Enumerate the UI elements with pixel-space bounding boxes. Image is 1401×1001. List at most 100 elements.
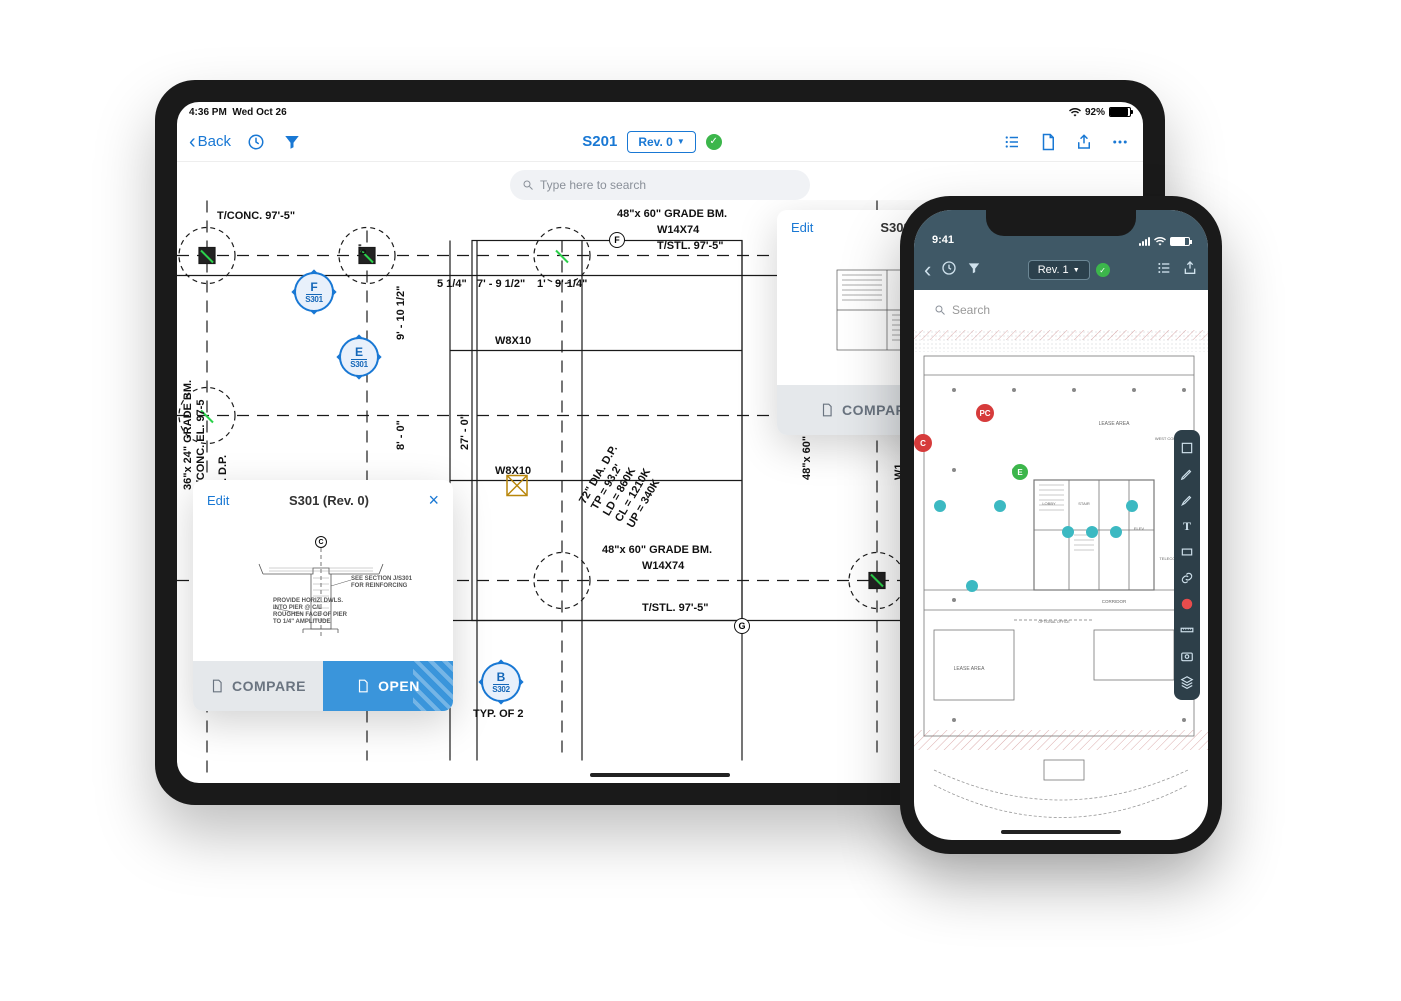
iphone-device: 9:41 ‹ Rev. 1 ▼ [900,196,1222,854]
label-48x60-2: 48"x 60" GRADE BM. [602,544,712,556]
marker-dot-3[interactable] [966,580,978,592]
label-8-0: 8' - 0" [395,420,407,450]
popup-edit-button[interactable]: Edit [791,220,813,235]
pencil-icon [1180,467,1194,481]
blueprint-canvas[interactable]: LEASE AREA WEST CORRIDOR LEASE AREA LOBB… [914,330,1208,840]
share-button[interactable] [1182,260,1198,281]
camera-tool[interactable] [1179,648,1195,664]
back-button[interactable]: ‹ Back [189,132,231,152]
label-typ: TYP. OF 2 [473,708,524,720]
history-button[interactable] [941,260,957,281]
marker-dot-1[interactable] [934,500,946,512]
caret-down-icon: ▼ [1073,267,1080,274]
label-w8x10-b: W8X10 [495,465,531,477]
fp-label-stair: STAIR [1078,501,1090,506]
open-button[interactable]: OPEN [323,661,453,711]
layers-tool[interactable] [1179,674,1195,690]
thumb-note-2: FOR REINFORCING [351,583,407,589]
caret-down-icon: ▼ [677,137,685,146]
text-tool[interactable]: T [1179,518,1195,534]
search-bar[interactable]: Type here to search [510,170,810,200]
history-button[interactable] [245,131,267,153]
label-48x60-1: 48"x 60" GRADE BM. [617,208,727,220]
search-placeholder: Type here to search [540,178,646,192]
label-stl-2: T/STL. 97'-5" [642,602,709,614]
floorplan-drawing: LEASE AREA WEST CORRIDOR LEASE AREA LOBB… [914,330,1208,840]
issue-tool[interactable] [1179,596,1195,612]
list-button[interactable] [1156,260,1172,281]
marker-pc[interactable]: PC [976,404,994,422]
shape-tool[interactable] [1179,544,1195,560]
thumb-note-4: INTO PIER @ C/L [273,605,322,611]
thumb-grid-c: C [315,536,327,548]
back-button[interactable]: ‹ [924,257,931,283]
document-button[interactable] [1037,131,1059,153]
document-icon [820,402,834,418]
marker-dot-4[interactable] [1126,500,1138,512]
ruler-icon [1180,623,1194,637]
sync-status-icon: ✓ [1096,263,1110,277]
callout-b-s302[interactable]: BS302 [474,660,528,704]
status-left: 4:36 PM Wed Oct 26 [189,107,287,118]
status-time: 9:41 [932,234,954,246]
select-tool[interactable] [1179,440,1195,456]
document-icon [210,678,224,694]
marker-pc2[interactable]: C [914,434,932,452]
link-icon [1180,571,1194,585]
list-icon [1156,260,1172,276]
document-icon [1039,133,1057,151]
more-button[interactable] [1109,131,1131,153]
ruler-tool[interactable] [1179,622,1195,638]
alert-circle-icon [1180,597,1194,611]
label-stl-1: T/STL. 97'-5" [657,240,724,252]
thumb-note-3: PROVIDE HORIZ. DWLS. [273,598,343,604]
label-6: 6" [357,244,369,255]
share-button[interactable] [1073,131,1095,153]
open-door-icon [356,678,370,694]
marker-dot-6[interactable] [1086,526,1098,538]
filter-button[interactable] [281,131,303,153]
highlighter-icon [1180,493,1194,507]
marker-dot-2[interactable] [994,500,1006,512]
search-icon [934,304,946,316]
close-icon[interactable]: × [428,490,439,511]
fp-label-lease-area: LEASE AREA [1099,421,1131,427]
label-w14-1: W14X74 [657,224,699,236]
thumb-note-1: SEE SECTION J/S301 [351,576,412,582]
revision-selector[interactable]: Rev. 1 ▼ [1028,260,1090,280]
filter-button[interactable] [967,261,981,280]
funnel-icon [283,133,301,151]
ipad-toolbar: ‹ Back S201 Rev. 0 ▼ ✓ [177,122,1143,162]
link-tool[interactable] [1179,570,1195,586]
label-conc-el: T/CONC. EL. 97-5 [195,400,207,490]
compare-button[interactable]: COMPARE [193,661,323,711]
funnel-icon [967,261,981,275]
callout-e-s301[interactable]: ES301 [332,335,386,379]
pen-tool[interactable] [1179,466,1195,482]
rectangle-icon [1180,545,1194,559]
iphone-toolbar: ‹ Rev. 1 ▼ ✓ [914,250,1208,290]
callout-f-s301[interactable]: FS301 [287,270,341,314]
revision-selector[interactable]: Rev. 0 ▼ [627,131,695,153]
marker-dot-5[interactable] [1062,526,1074,538]
popup-thumbnail[interactable]: C [203,521,443,661]
notch [986,210,1136,236]
signal-icon [1139,237,1150,246]
share-icon [1182,260,1198,276]
ellipsis-icon [1111,133,1129,151]
share-icon [1075,133,1093,151]
label-w14-2: W14X74 [642,560,684,572]
marker-dot-7[interactable] [1110,526,1122,538]
sync-status-icon: ✓ [706,134,722,150]
label-48x60-3: 48"x 60" ( [801,429,813,480]
fp-label-elev: ELEV [1134,526,1145,531]
fp-label-lease-area-2: LEASE AREA [954,666,986,672]
label-w8x10-a: W8X10 [495,335,531,347]
highlight-tool[interactable] [1179,492,1195,508]
list-button[interactable] [1001,131,1023,153]
search-bar[interactable]: Search [924,296,1198,324]
popup-edit-button[interactable]: Edit [207,493,229,508]
battery-pct: 92% [1085,107,1105,118]
tool-dock: T [1174,430,1200,700]
marker-e[interactable]: E [1012,464,1028,480]
